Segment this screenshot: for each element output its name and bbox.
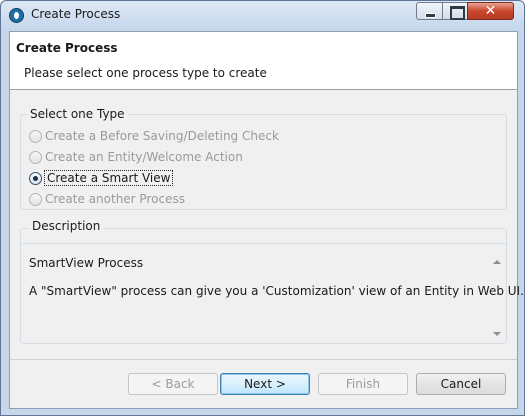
finish-button[interactable]: Finish — [318, 373, 408, 395]
title-bar[interactable]: Create Process ✕ — [1, 1, 524, 29]
radio-button-selected[interactable] — [29, 171, 42, 185]
page-title: Create Process — [16, 41, 118, 55]
minimize-button[interactable] — [416, 2, 443, 20]
wizard-header: Create Process Please select one process… — [10, 32, 517, 90]
close-button[interactable]: ✕ — [467, 2, 514, 20]
app-icon — [9, 8, 24, 23]
scroll-down-arrow-icon[interactable] — [493, 332, 501, 336]
maximize-button[interactable] — [442, 2, 468, 20]
option-label: Create another Process — [45, 192, 185, 206]
description-title: SmartView Process — [29, 256, 144, 270]
option-smart-view[interactable]: Create a Smart View — [29, 169, 174, 187]
close-icon: ✕ — [484, 3, 497, 19]
scroll-up-arrow-icon[interactable] — [493, 260, 501, 264]
option-label: Create a Before Saving/Deleting Check — [45, 129, 279, 143]
create-process-dialog: Create Process ✕ Create Process Please s… — [0, 0, 525, 416]
radio-button[interactable] — [29, 192, 42, 206]
select-type-group: Select one Type Create a Before Saving/D… — [20, 107, 507, 210]
description-scrollbar[interactable] — [489, 244, 506, 344]
radio-button[interactable] — [29, 150, 42, 164]
page-description: Please select one process type to create — [24, 66, 267, 80]
option-entity-welcome-action[interactable]: Create an Entity/Welcome Action — [29, 148, 243, 166]
description-label: Description — [29, 219, 104, 233]
window-title: Create Process — [31, 7, 121, 21]
option-before-saving-check[interactable]: Create a Before Saving/Deleting Check — [29, 127, 279, 145]
description-group: Description SmartView Process A "SmartVi… — [20, 219, 524, 344]
dialog-body: Create Process Please select one process… — [9, 31, 524, 409]
cancel-button[interactable]: Cancel — [416, 373, 506, 395]
option-another-process[interactable]: Create another Process — [29, 190, 185, 208]
description-text-area[interactable]: SmartView Process A "SmartView" process … — [21, 243, 524, 344]
option-label: Create a Smart View — [44, 170, 174, 186]
back-button[interactable]: < Back — [128, 373, 218, 395]
radio-button[interactable] — [29, 129, 42, 143]
option-label: Create an Entity/Welcome Action — [45, 150, 243, 164]
button-bar-separator — [10, 359, 517, 360]
description-body: A "SmartView" process can give you a 'Cu… — [29, 284, 524, 298]
select-type-label: Select one Type — [27, 107, 128, 121]
next-button[interactable]: Next > — [220, 373, 310, 395]
